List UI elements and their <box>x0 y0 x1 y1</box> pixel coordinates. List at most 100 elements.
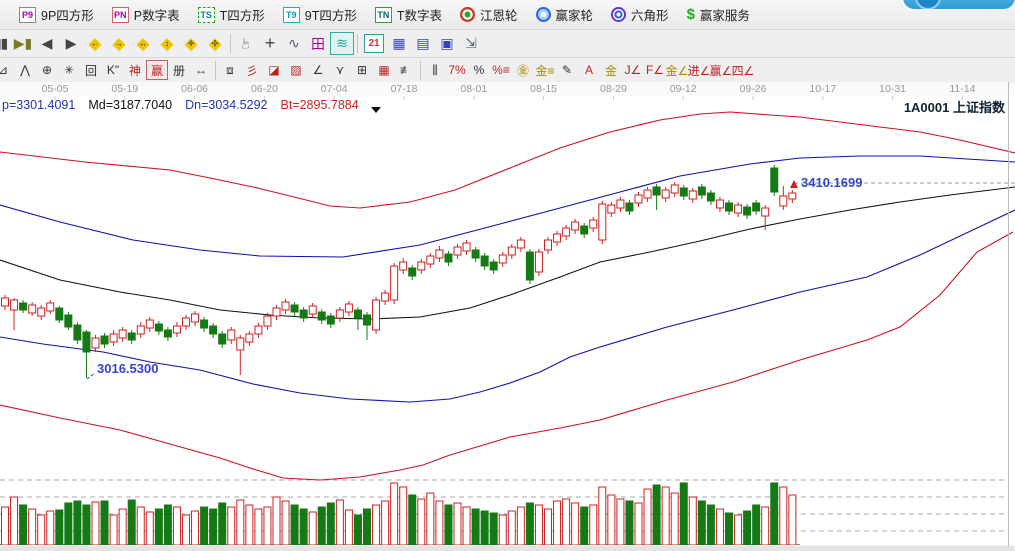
menu-winner-service-label: 赢家服务 <box>700 5 750 24</box>
calendar-icon[interactable]: 21 <box>364 34 384 53</box>
high-annotation: 3410.1699 <box>801 175 862 190</box>
span-measure-tool-icon[interactable]: ↔ <box>190 60 212 80</box>
candle-body <box>617 200 624 208</box>
four-angle-tool-icon[interactable]: 四∠ <box>732 60 754 80</box>
candle-body <box>635 195 642 203</box>
candle-body <box>228 330 235 340</box>
ruler-tool-icon[interactable]: ⊿ <box>0 60 14 80</box>
v-lines-tool-icon[interactable]: ⋎ <box>329 60 351 80</box>
assistant-knob-icon[interactable] <box>915 0 941 9</box>
diamond-vspan-icon[interactable]: ◆↕ <box>155 32 179 55</box>
percent-tool-icon[interactable]: % <box>468 60 490 80</box>
menu-p-number-table-label: P数字表 <box>134 5 180 24</box>
candle-body <box>155 324 162 331</box>
volume-bar <box>608 495 615 545</box>
diamond-left-icon[interactable]: ◆← <box>83 32 107 55</box>
box-tool-icon[interactable]: ⧈ <box>219 60 241 80</box>
menu-gann-wheel[interactable]: 江恩轮 <box>451 4 527 26</box>
volume-bar <box>382 501 389 545</box>
calculator-icon[interactable]: ▦ <box>387 32 411 55</box>
box-diagonal-tool-icon[interactable]: ▨ <box>285 60 307 80</box>
window-bottom-edge <box>0 546 1015 551</box>
diamond-hspan-icon[interactable]: ◆↔ <box>131 32 155 55</box>
menu-hexagon[interactable]: 六角形 <box>602 4 678 26</box>
menu-winner-wheel[interactable]: 赢家轮 <box>527 4 603 26</box>
polyline-tool-icon[interactable]: ∿ <box>282 32 306 55</box>
main-toolbar: ◀▮▶▮◀▶◆←◆→◆↔◆↕◆✛◆✣ ☞+∿田≋ 21▦▤▣⇲ <box>0 30 1015 58</box>
floating-assistant-widget[interactable] <box>903 0 1015 9</box>
volume-bar <box>11 497 18 545</box>
jin-angle-tool-icon[interactable]: 进∠ <box>688 60 710 80</box>
volume-bar <box>780 487 787 545</box>
menu-winner-service[interactable]: $赢家服务 <box>678 4 759 26</box>
candle-body <box>436 250 443 258</box>
candle-body <box>689 191 696 199</box>
volume-bar <box>626 501 633 545</box>
shen-tool-icon[interactable]: 神 <box>124 60 146 80</box>
fan-in-box-tool-icon[interactable]: ◪ <box>263 60 285 80</box>
histogram-tool-icon[interactable]: ⫼ <box>424 60 446 80</box>
candle-body <box>391 266 398 300</box>
date-axis: 05-0505-1906-0606-2007-0407-1808-0108-15… <box>0 82 1015 96</box>
volume-bar <box>173 507 180 545</box>
gann-wheel-tool-icon[interactable]: ✳ <box>58 60 80 80</box>
candle-body <box>264 316 271 326</box>
angle-lines-tool-icon[interactable]: ∠ <box>307 60 329 80</box>
diamond-right-icon[interactable]: ◆→ <box>107 32 131 55</box>
gold-circle-tool-icon[interactable]: ㊎ <box>512 60 534 80</box>
menu-t-square[interactable]: TST四方形 <box>189 4 274 26</box>
fractal-tool-icon[interactable]: ≋ <box>330 32 354 55</box>
candle-body <box>535 252 542 272</box>
hand-pan-icon[interactable]: ☞ <box>235 32 258 56</box>
candle-body <box>119 330 126 338</box>
grid-tool-icon[interactable]: ⊞ <box>351 60 373 80</box>
step-first-icon[interactable]: ◀▮ <box>0 32 11 55</box>
gann-fan-tool-icon[interactable]: 彡 <box>241 60 263 80</box>
candle-body <box>65 315 72 327</box>
price-volume-plot[interactable]: 3410.16993016.5300 <box>0 96 1015 545</box>
next-bar-icon[interactable]: ▶ <box>59 32 83 55</box>
candle-body <box>291 305 298 312</box>
menu-9t-square-icon: T9 <box>283 7 300 23</box>
menu-9p-square[interactable]: P99P四方形 <box>10 4 103 26</box>
kline-mark-tool-icon[interactable]: K" <box>102 60 124 80</box>
ying-tool-icon[interactable]: 赢 <box>146 60 168 80</box>
square-spiral-tool-icon[interactable]: 回 <box>80 60 102 80</box>
seven-percent-tool-icon[interactable]: 7% <box>446 60 468 80</box>
toolbar-separator <box>215 61 216 80</box>
crosshair-icon[interactable]: + <box>258 32 282 55</box>
parallel-lines-tool-icon[interactable]: ≢ <box>395 60 417 80</box>
f-angle-tool-icon[interactable]: F∠ <box>644 60 666 80</box>
candle-body <box>698 187 705 195</box>
save-icon[interactable]: ▣ <box>435 32 459 55</box>
export-icon[interactable]: ⇲ <box>459 32 483 55</box>
gold-lines-tool-icon[interactable]: 金≡ <box>534 60 556 80</box>
gann-grid-tool-icon[interactable]: 田 <box>306 32 330 55</box>
menu-9t-square[interactable]: T99T四方形 <box>274 4 366 26</box>
j-angle-tool-icon[interactable]: J∠ <box>622 60 644 80</box>
grid-ruler-tool-icon[interactable]: 册 <box>168 60 190 80</box>
candle-body <box>38 308 45 316</box>
middle-black-band <box>0 187 1015 319</box>
notes-icon[interactable]: ▤ <box>411 32 435 55</box>
diamond-move-icon[interactable]: ◆✛ <box>179 32 203 55</box>
ying-angle-tool-icon[interactable]: 赢∠ <box>710 60 732 80</box>
gold-underline-tool-icon[interactable]: 金 <box>600 60 622 80</box>
grid-red-tool-icon[interactable]: ▦ <box>373 60 395 80</box>
volume-bar <box>445 505 452 545</box>
volume-bar <box>481 511 488 545</box>
chart-area[interactable]: 3410.16993016.5300 p=3301.4091Md=3187.70… <box>0 96 1015 545</box>
protractor-tool-icon[interactable]: ⋀ <box>14 60 36 80</box>
menu-hexagon-label: 六角形 <box>631 5 669 24</box>
percent-lines-tool-icon[interactable]: %≡ <box>490 60 512 80</box>
menu-t-number-table[interactable]: TNT数字表 <box>366 4 451 26</box>
menu-p-number-table[interactable]: PNP数字表 <box>103 4 189 26</box>
gold-angle-tool-icon[interactable]: 金∠ <box>666 60 688 80</box>
gann-circle-tool-icon[interactable]: ⊕ <box>36 60 58 80</box>
diamond-expand-icon[interactable]: ◆✣ <box>203 32 227 55</box>
a-box-tool-icon[interactable]: A <box>578 60 600 80</box>
play-to-end-icon[interactable]: ▶▮ <box>11 32 35 55</box>
prev-bar-icon[interactable]: ◀ <box>35 32 59 55</box>
brush-tool-icon[interactable]: ✎ <box>556 60 578 80</box>
candle-body <box>345 304 352 312</box>
